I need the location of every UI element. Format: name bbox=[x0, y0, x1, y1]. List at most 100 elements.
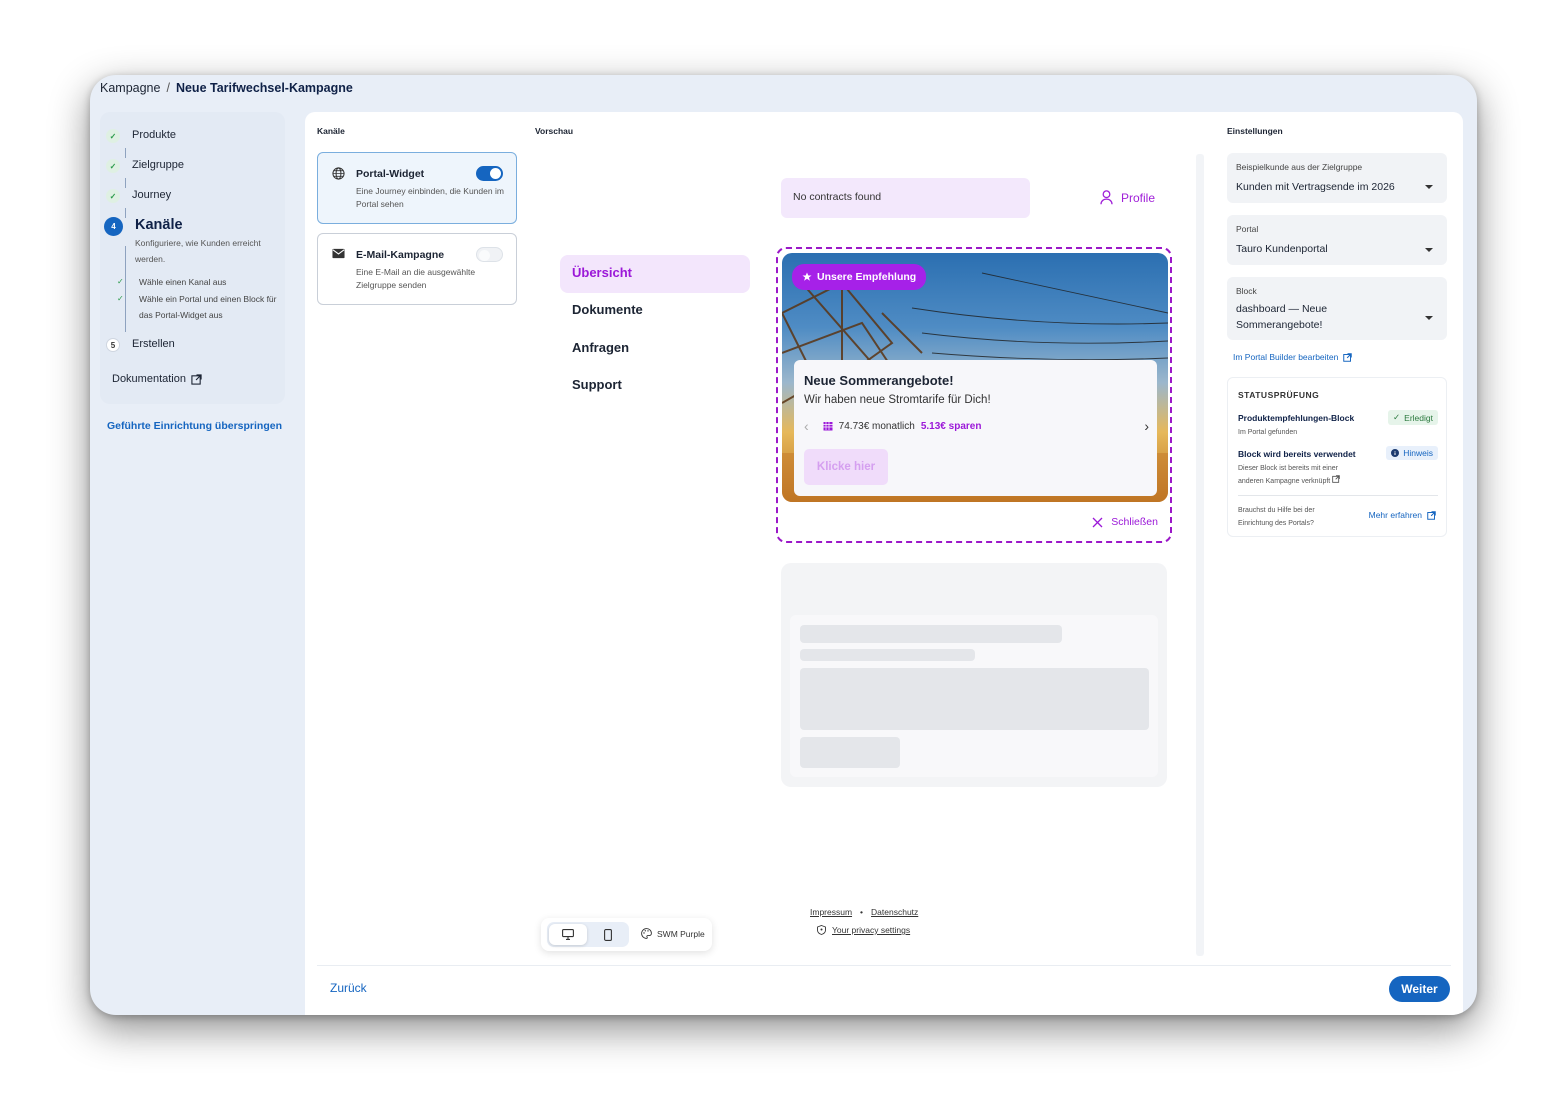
back-button[interactable]: Zurück bbox=[330, 981, 367, 995]
privacy-settings-link[interactable]: Your privacy settings bbox=[832, 925, 910, 935]
external-link-icon bbox=[1343, 352, 1353, 362]
breadcrumb-parent[interactable]: Kampagne bbox=[100, 81, 160, 95]
channel-email-campaign[interactable]: E-Mail-Kampagne Eine E-Mail an die ausge… bbox=[317, 233, 517, 305]
skeleton-line bbox=[800, 649, 975, 661]
nav-dokumente[interactable]: Dokumente bbox=[560, 292, 750, 330]
skip-guided-setup-link[interactable]: Geführte Einrichtung überspringen bbox=[107, 420, 282, 432]
learn-more-label: Mehr erfahren bbox=[1368, 510, 1422, 520]
portal-widget-toggle[interactable] bbox=[476, 166, 503, 181]
skeleton-line bbox=[800, 625, 1062, 643]
sample-customer-select[interactable]: Beispielkunde aus der Zielgruppe Kunden … bbox=[1227, 153, 1447, 203]
breadcrumb-current: Neue Tarifwechsel-Kampagne bbox=[175, 81, 353, 95]
preview-heading: Vorschau bbox=[535, 126, 574, 136]
loading-skeleton bbox=[781, 563, 1167, 787]
theme-label: SWM Purple bbox=[657, 928, 705, 939]
email-campaign-toggle[interactable] bbox=[476, 247, 503, 262]
status-item: Produktempfehlungen-Block Im Portal gefu… bbox=[1238, 410, 1438, 439]
check-icon: ✓ bbox=[106, 129, 120, 143]
toggle-knob bbox=[479, 250, 490, 261]
check-icon: ✓ bbox=[106, 159, 120, 173]
chevron-down-icon bbox=[1425, 248, 1433, 252]
offer-title: Neue Sommerangebote! bbox=[804, 373, 954, 388]
stepper-connector bbox=[125, 148, 126, 158]
profile-link[interactable]: Profile bbox=[1100, 190, 1155, 205]
nav-support[interactable]: Support bbox=[560, 367, 750, 405]
channel-title: Portal-Widget bbox=[356, 168, 425, 180]
divider bbox=[1238, 495, 1438, 496]
skeleton-card bbox=[790, 615, 1158, 777]
chevron-left-icon[interactable]: ‹ bbox=[804, 418, 809, 434]
desktop-view-button[interactable] bbox=[549, 924, 587, 945]
substep-kanal: ✓ Wähle einen Kanal aus bbox=[117, 274, 226, 290]
substep-label: Wähle einen Kanal aus bbox=[139, 277, 227, 287]
step-kanaele[interactable]: 4 Kanäle Konfiguriere, wie Kunden erreic… bbox=[104, 217, 275, 267]
select-caption: Beispielkunde aus der Zielgruppe bbox=[1236, 162, 1363, 172]
app-window: Kampagne / Neue Tarifwechsel-Kampagne ✓ … bbox=[90, 75, 1477, 1015]
external-link-icon[interactable] bbox=[1332, 475, 1340, 483]
device-toggle bbox=[547, 922, 629, 947]
skeleton-button bbox=[800, 737, 900, 768]
external-link-icon bbox=[1427, 510, 1436, 520]
portal-widget-preview[interactable]: Unsere Empfehlung Neue Sommerangebote! W… bbox=[776, 247, 1172, 543]
profile-label: Profile bbox=[1121, 190, 1156, 205]
preview-scrollbar[interactable] bbox=[1196, 154, 1204, 956]
status-badge: ✓ Erledigt bbox=[1388, 410, 1438, 425]
portal-builder-label: Im Portal Builder bearbeiten bbox=[1233, 352, 1339, 362]
main-panel: Kanäle Vorschau Einstellungen Portal-Wid… bbox=[305, 112, 1463, 1015]
step-description: Konfiguriere, wie Kunden erreicht werden… bbox=[135, 238, 261, 264]
mobile-icon bbox=[604, 928, 612, 941]
status-item-desc-text: Dieser Block ist bereits mit einer ander… bbox=[1238, 465, 1338, 485]
step-number: 5 bbox=[106, 338, 120, 352]
footer-divider bbox=[317, 965, 1451, 966]
channel-description: Eine E-Mail an die ausgewählte Zielgrupp… bbox=[356, 267, 476, 290]
offer-price: 74.73€ monatlich bbox=[838, 420, 915, 432]
status-item-desc: Im Portal gefunden bbox=[1238, 429, 1298, 436]
select-caption: Portal bbox=[1236, 224, 1259, 234]
select-value: dashboard — Neue Sommerangebote! bbox=[1236, 303, 1328, 331]
step-label: Kanäle bbox=[135, 217, 183, 233]
documentation-label: Dokumentation bbox=[112, 373, 186, 385]
channels-heading: Kanäle bbox=[317, 126, 345, 136]
step-label: Erstellen bbox=[132, 338, 175, 350]
close-widget-button[interactable]: Schließen bbox=[1092, 516, 1158, 528]
datenschutz-link[interactable]: Datenschutz bbox=[871, 907, 918, 917]
nav-anfragen[interactable]: Anfragen bbox=[560, 330, 750, 368]
nav-uebersicht[interactable]: Übersicht bbox=[560, 255, 750, 293]
step-zielgruppe[interactable]: ✓ Zielgruppe bbox=[106, 159, 184, 173]
substep-portal-block: ✓ Wähle ein Portal und einen Block für d… bbox=[117, 291, 279, 323]
portal-select[interactable]: Portal Tauro Kundenportal bbox=[1227, 215, 1447, 265]
block-select[interactable]: Block dashboard — Neue Sommerangebote! bbox=[1227, 277, 1447, 340]
next-button[interactable]: Weiter bbox=[1389, 976, 1450, 1002]
offer-subtitle: Wir haben neue Stromtarife für Dich! bbox=[804, 394, 991, 406]
mobile-view-button[interactable] bbox=[589, 924, 627, 945]
channel-description: Eine Journey einbinden, die Kunden im Po… bbox=[356, 186, 504, 209]
select-value: Tauro Kundenportal bbox=[1236, 243, 1328, 255]
status-check-panel: STATUSPRÜFUNG Produktempfehlungen-Block … bbox=[1227, 377, 1447, 537]
shield-icon bbox=[817, 925, 826, 935]
close-label: Schließen bbox=[1111, 516, 1158, 528]
step-produkte[interactable]: ✓ Produkte bbox=[106, 129, 176, 143]
status-badge: Hinweis bbox=[1386, 446, 1438, 460]
theme-selector[interactable]: SWM Purple bbox=[641, 928, 705, 939]
close-icon bbox=[1092, 517, 1103, 527]
impressum-link[interactable]: Impressum bbox=[810, 907, 852, 917]
help-text: Brauchst du Hilfe bei der Einrichtung de… bbox=[1238, 507, 1315, 527]
chevron-right-icon[interactable]: › bbox=[1144, 418, 1149, 434]
breadcrumb: Kampagne / Neue Tarifwechsel-Kampagne bbox=[100, 81, 353, 95]
step-journey[interactable]: ✓ Journey bbox=[106, 189, 171, 203]
footer-dot: • bbox=[860, 907, 864, 917]
toggle-knob bbox=[490, 168, 501, 179]
power-line-image: Unsere Empfehlung Neue Sommerangebote! W… bbox=[782, 253, 1168, 502]
portal-builder-link[interactable]: Im Portal Builder bearbeiten bbox=[1233, 352, 1353, 362]
breadcrumb-separator: / bbox=[166, 81, 170, 95]
settings-heading: Einstellungen bbox=[1227, 126, 1283, 136]
status-badge-label: Erledigt bbox=[1404, 412, 1433, 423]
offer-cta-button[interactable]: Klicke hier bbox=[804, 449, 888, 485]
preview-device-bar: SWM Purple bbox=[541, 918, 712, 951]
step-erstellen[interactable]: 5 Erstellen bbox=[106, 338, 175, 352]
learn-more-link[interactable]: Mehr erfahren bbox=[1369, 510, 1436, 520]
select-value: Kunden mit Vertragsende im 2026 bbox=[1236, 181, 1395, 193]
documentation-link[interactable]: Dokumentation bbox=[112, 373, 202, 385]
channel-portal-widget[interactable]: Portal-Widget Eine Journey einbinden, di… bbox=[317, 152, 517, 224]
status-title: STATUSPRÜFUNG bbox=[1238, 390, 1320, 400]
